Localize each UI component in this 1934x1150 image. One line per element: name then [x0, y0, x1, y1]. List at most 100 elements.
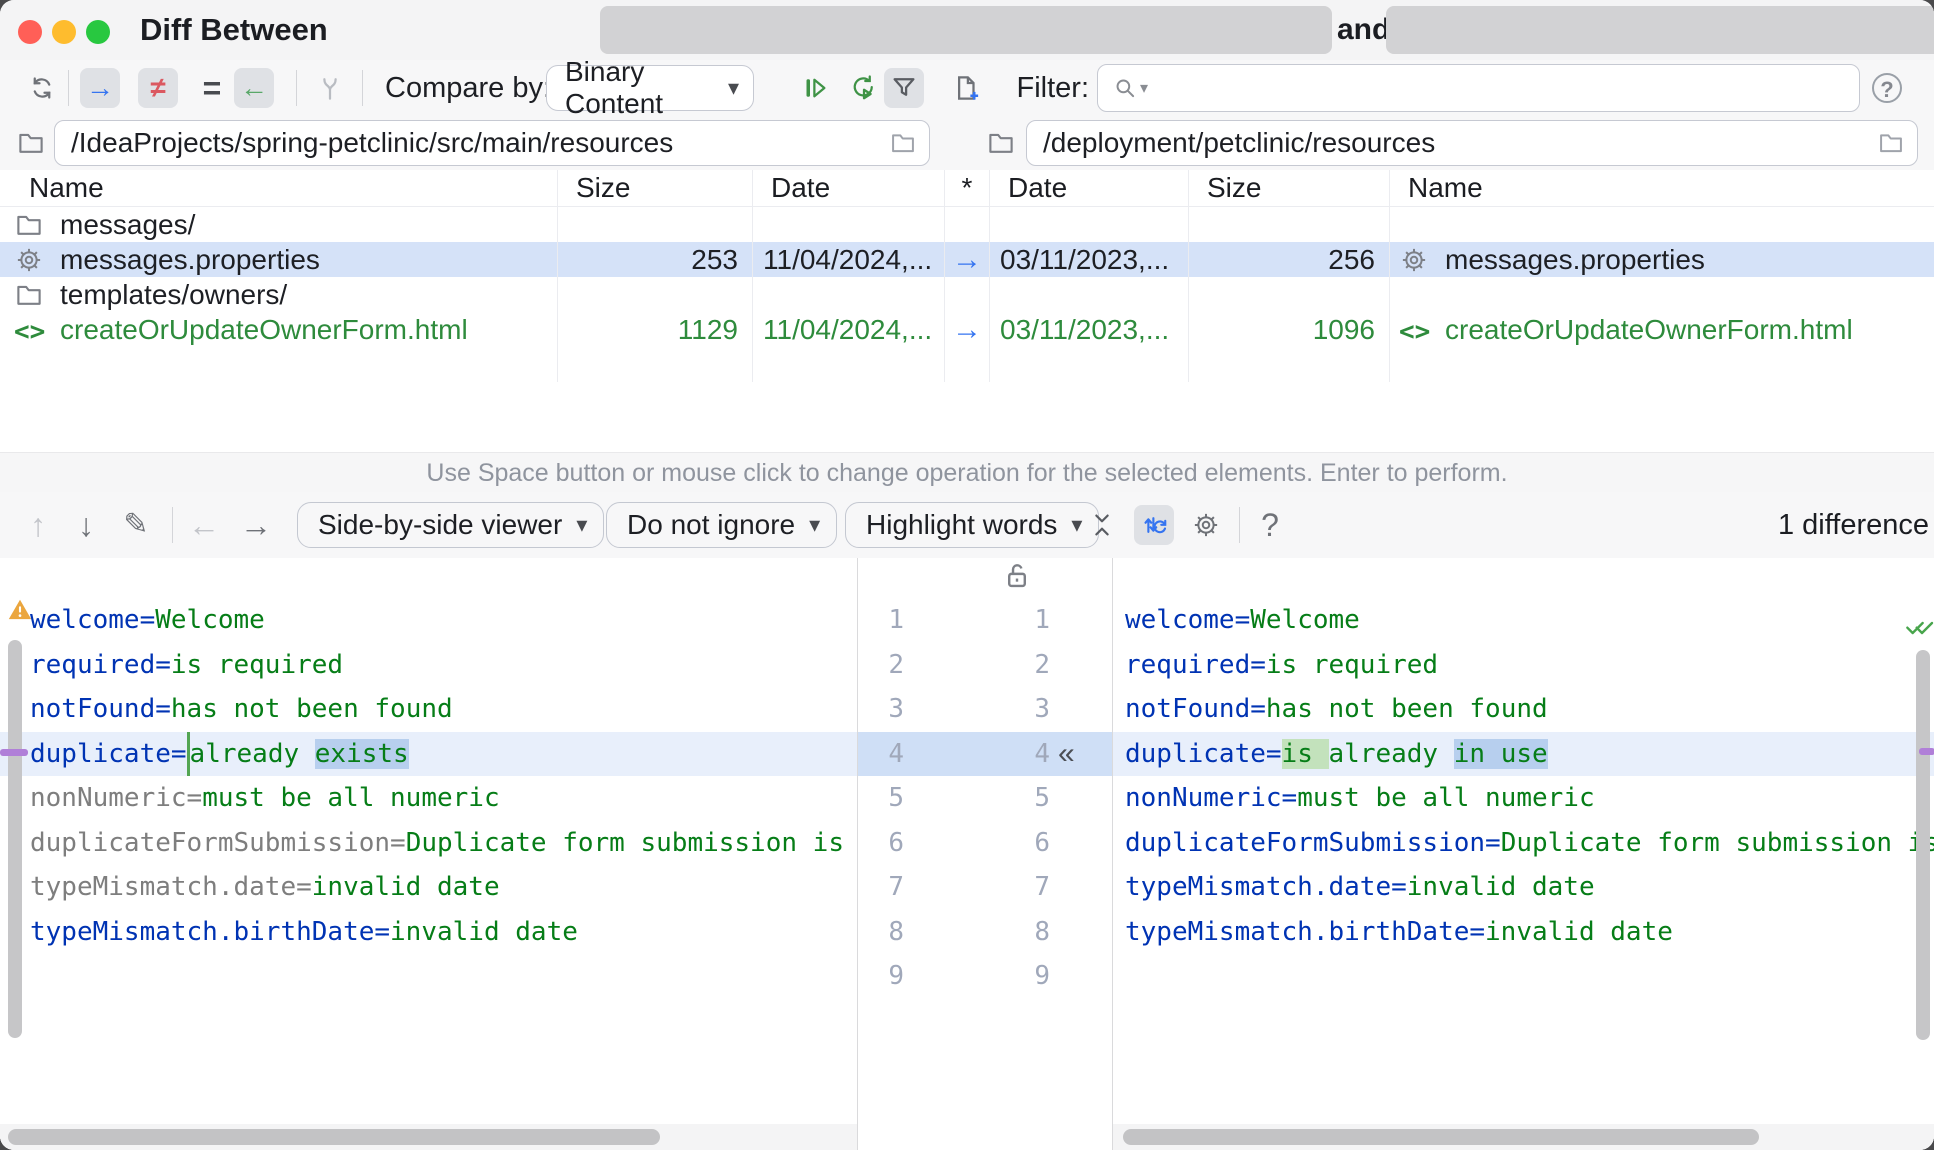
- table-row[interactable]: <> createOrUpdateOwnerForm.html 1129 11/04/…: [0, 312, 1934, 347]
- right-vscrollbar-thumb[interactable]: [1916, 650, 1930, 1040]
- equals-button[interactable]: =: [192, 68, 232, 108]
- edit-button[interactable]: ✎: [116, 505, 156, 545]
- right-path-value: /deployment/petclinic/resources: [1043, 127, 1436, 158]
- table-row[interactable]: templates/owners/: [0, 277, 1934, 312]
- directory-diff-toolbar: → ≠ = ← Compare by: Binary Content ▾ Fil…: [0, 56, 1934, 119]
- right-code[interactable]: welcome=Welcome required=is required notFo…: [1113, 598, 1934, 954]
- highlight-policy-value: Highlight words: [866, 509, 1058, 540]
- separator: [1239, 507, 1240, 543]
- apply-change-chevron[interactable]: «: [1058, 732, 1075, 777]
- copy-right-button[interactable]: →: [80, 68, 120, 108]
- table-row[interactable]: messages.properties 253 11/04/2024,... → 03/…: [0, 242, 1934, 277]
- file-table-rows: messages/messages.properties 253 11/04/202…: [0, 207, 1934, 382]
- scrollbar-thumb[interactable]: [1123, 1129, 1759, 1145]
- synchronize-selected-button[interactable]: [795, 68, 835, 108]
- left-diff-pane[interactable]: welcome=Welcome required=is required notFo…: [0, 558, 858, 1150]
- next-difference-button[interactable]: ↓: [66, 505, 106, 545]
- right-diff-pane[interactable]: welcome=Welcome required=is required notFo…: [1112, 558, 1934, 1150]
- hint-bar: Use Space button or mouse click to chang…: [0, 452, 1934, 493]
- left-path-input[interactable]: /IdeaProjects/spring-petclinic/src/main/…: [54, 120, 930, 166]
- titlebar: Diff Between and: [0, 0, 1934, 60]
- chevron-down-icon: ▾: [809, 512, 821, 537]
- file-comparison-table: Name Size Date * Date Size Name messages…: [0, 170, 1934, 452]
- left-hscrollbar[interactable]: [0, 1124, 857, 1150]
- header-size-left[interactable]: Size: [557, 170, 752, 206]
- right-hscrollbar[interactable]: [1113, 1124, 1934, 1150]
- code-line: duplicateFormSubmission=Duplicate form s…: [1125, 827, 1934, 858]
- code-line: typeMismatch.birthDate=invalid date: [30, 916, 578, 947]
- right-line-numbers: 1 2 3 4 5 6 7 8 9: [858, 598, 1050, 999]
- code-icon: <>: [1399, 316, 1431, 347]
- help-button[interactable]: ?: [1872, 73, 1902, 103]
- right-path-input[interactable]: /deployment/petclinic/resources: [1026, 120, 1918, 166]
- compare-by-value: Binary Content: [565, 56, 664, 119]
- diff-viewer: welcome=Welcome required=is required notFo…: [0, 558, 1934, 1150]
- diff-help-button[interactable]: ?: [1250, 505, 1290, 545]
- header-name-right[interactable]: Name: [1389, 170, 1934, 206]
- operation-cell[interactable]: [944, 347, 989, 382]
- paths-row: /IdeaProjects/spring-petclinic/src/main/…: [0, 116, 1934, 170]
- browse-folder-icon[interactable]: [889, 129, 917, 157]
- inspections-ok-icon: [1904, 611, 1934, 643]
- branch-button[interactable]: [310, 68, 350, 108]
- header-name-left[interactable]: Name: [0, 170, 557, 206]
- operation-cell[interactable]: →: [944, 312, 989, 347]
- apply-right-button[interactable]: →: [236, 505, 276, 545]
- code-line: notFound=has not been found: [1125, 694, 1548, 724]
- previous-difference-button[interactable]: ↑: [18, 505, 58, 545]
- code-line: typeMismatch.date=invalid date: [30, 872, 500, 902]
- maximize-button[interactable]: [86, 20, 110, 44]
- left-scroll-strip[interactable]: [8, 640, 22, 1038]
- highlight-policy-dropdown[interactable]: Highlight words ▾: [845, 502, 1100, 548]
- apply-left-button[interactable]: ←: [184, 505, 224, 545]
- line-number: 3: [1034, 694, 1050, 724]
- header-date-right[interactable]: Date: [989, 170, 1188, 206]
- arrow-right-icon: →: [952, 312, 982, 346]
- synchronize-all-button[interactable]: [843, 68, 883, 108]
- lock-icon[interactable]: [1000, 558, 1034, 594]
- refresh-icon[interactable]: [22, 68, 62, 108]
- window-title-and: and: [1337, 13, 1391, 46]
- file-name: messages.properties: [1445, 243, 1705, 275]
- filter-search-input[interactable]: ▾: [1097, 64, 1860, 112]
- browse-folder-icon[interactable]: [1877, 129, 1905, 157]
- window-title: Diff Between: [140, 12, 328, 47]
- minimize-button[interactable]: [52, 20, 76, 44]
- filter-toggle-button[interactable]: [884, 68, 924, 108]
- arrow-right-icon: →: [86, 72, 114, 103]
- settings-button[interactable]: [1186, 505, 1226, 545]
- code-line: duplicate= already exists: [0, 731, 857, 776]
- left-path-value: /IdeaProjects/spring-petclinic/src/main/…: [71, 127, 674, 158]
- scrollbar-thumb[interactable]: [8, 1129, 660, 1145]
- operation-cell[interactable]: [944, 207, 989, 242]
- folder-icon: [14, 210, 44, 240]
- code-line: typeMismatch.date=invalid date: [1125, 872, 1595, 902]
- new-file-button[interactable]: [946, 68, 986, 108]
- copy-left-button[interactable]: ←: [234, 68, 274, 108]
- ignore-policy-dropdown[interactable]: Do not ignore ▾: [606, 502, 838, 548]
- left-code[interactable]: welcome=Welcome required=is required notFo…: [0, 598, 857, 954]
- arrow-up-icon: ↑: [30, 507, 46, 543]
- pencil-icon: ✎: [123, 508, 149, 541]
- header-date-left[interactable]: Date: [752, 170, 944, 206]
- synchronized-scrolling-button[interactable]: [1134, 505, 1174, 545]
- table-row[interactable]: messages/: [0, 207, 1934, 242]
- hint-text: Use Space button or mouse click to chang…: [426, 458, 1508, 487]
- line-number: 8: [1034, 916, 1050, 947]
- compare-by-dropdown[interactable]: Binary Content ▾: [546, 56, 754, 119]
- table-row[interactable]: [0, 347, 1934, 382]
- arrow-down-icon: ↓: [78, 507, 94, 543]
- operation-cell[interactable]: →: [944, 242, 989, 277]
- header-size-right[interactable]: Size: [1188, 170, 1389, 206]
- operation-cell[interactable]: [944, 277, 989, 312]
- header-operation[interactable]: *: [944, 170, 989, 206]
- close-button[interactable]: [18, 20, 42, 44]
- collapse-unchanged-button[interactable]: [1082, 505, 1122, 545]
- viewer-mode-dropdown[interactable]: Side-by-side viewer ▾: [297, 502, 605, 548]
- table-header: Name Size Date * Date Size Name: [0, 170, 1934, 207]
- question-icon: ?: [1261, 507, 1279, 543]
- line-number: 9: [1034, 961, 1050, 991]
- not-equal-button[interactable]: ≠: [138, 68, 178, 108]
- separator: [296, 70, 297, 106]
- arrow-left-icon: ←: [240, 72, 268, 103]
